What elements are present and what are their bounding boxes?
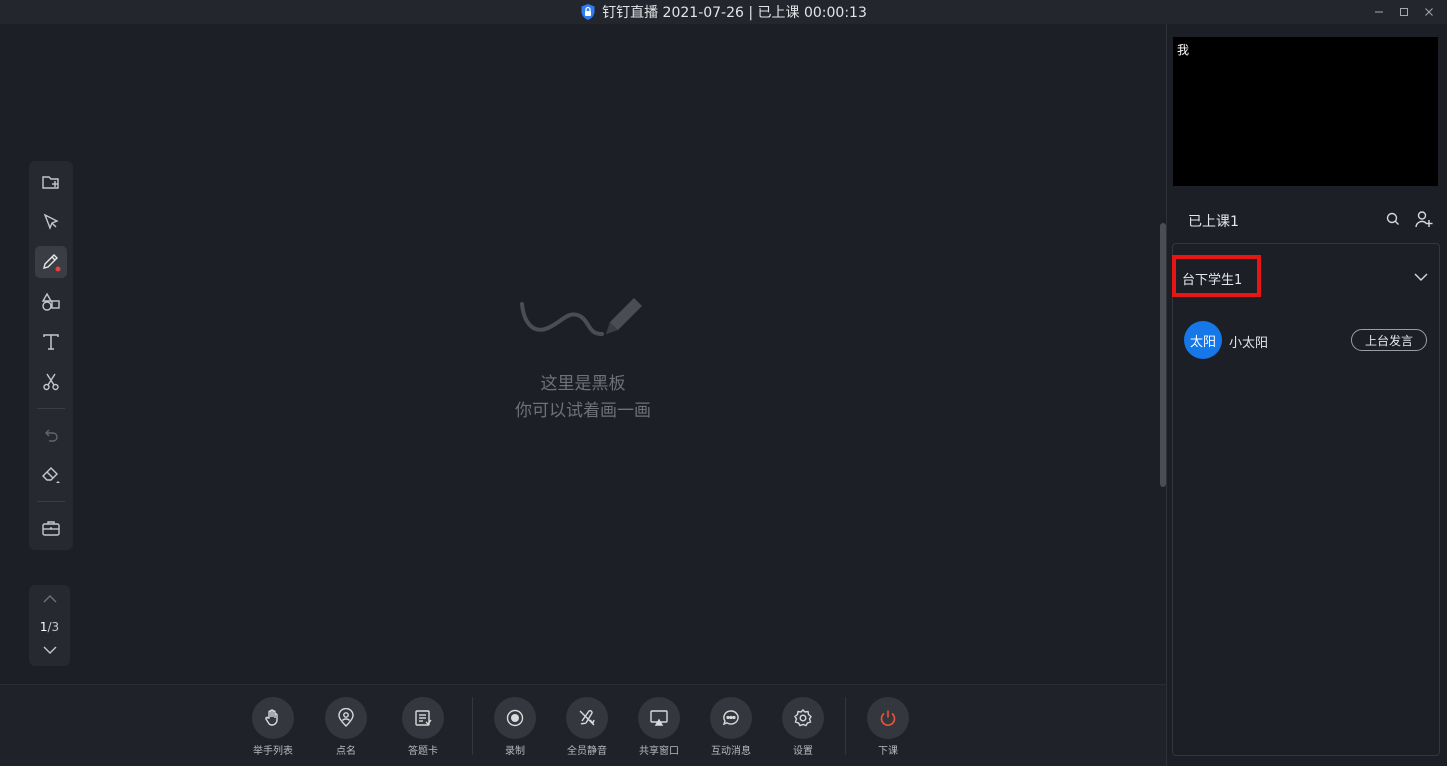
end-class-label: 下课 xyxy=(878,746,898,757)
group-title[interactable]: 台下学生1 xyxy=(1182,269,1242,288)
search-icon[interactable] xyxy=(1384,210,1402,228)
bottom-bar-divider xyxy=(845,697,846,755)
shield-lock-icon xyxy=(580,3,596,21)
raise-hand-list-button[interactable]: 举手列表 xyxy=(243,697,303,757)
shapes-icon[interactable] xyxy=(35,286,67,318)
new-page-icon[interactable] xyxy=(35,166,67,198)
roll-call-button[interactable]: 点名 xyxy=(316,697,376,757)
interactive-messages-label: 互动消息 xyxy=(711,746,751,757)
drawing-toolbar xyxy=(29,161,73,550)
toolbox-icon[interactable] xyxy=(35,512,67,544)
page-up-icon[interactable] xyxy=(41,593,59,605)
share-window-label: 共享窗口 xyxy=(639,746,679,757)
maximize-icon[interactable] xyxy=(1391,0,1417,24)
placeholder-text-line2: 你可以试着画一画 xyxy=(515,401,651,421)
share-window-icon xyxy=(638,697,680,739)
power-icon xyxy=(867,697,909,739)
invite-to-stage-button[interactable]: 上台发言 xyxy=(1351,329,1427,351)
toolbar-divider xyxy=(37,501,65,502)
title-area: 钉钉直播 2021-07-26 | 已上课 00:00:13 xyxy=(0,0,1447,24)
settings-label: 设置 xyxy=(793,746,813,757)
video-label: 我 xyxy=(1177,43,1190,57)
chevron-down-icon[interactable] xyxy=(1413,270,1429,284)
record-icon xyxy=(494,697,536,739)
student-row[interactable]: 太阳 小太阳 上台发言 xyxy=(1184,321,1430,359)
page-navigator: 1/3 xyxy=(29,585,70,666)
bottom-control-bar: 举手列表 点名 答题卡 录制 全员静音 共享窗口 互动消息 设置 下课 xyxy=(0,684,1166,766)
minimize-icon[interactable] xyxy=(1366,0,1392,24)
eraser-icon[interactable] xyxy=(35,459,67,491)
window-title: 钉钉直播 2021-07-26 | 已上课 00:00:13 xyxy=(602,5,867,21)
answer-card-button[interactable]: 答题卡 xyxy=(393,697,453,757)
record-button[interactable]: 录制 xyxy=(485,697,545,757)
teacher-video-preview[interactable]: 我 xyxy=(1173,37,1438,186)
mute-all-label: 全员静音 xyxy=(567,746,607,757)
student-name: 小太阳 xyxy=(1229,336,1269,351)
scissors-icon[interactable] xyxy=(35,366,67,398)
interactive-messages-button[interactable]: 互动消息 xyxy=(701,697,761,757)
pen-icon[interactable] xyxy=(35,246,67,278)
roll-call-icon xyxy=(325,697,367,739)
select-cursor-icon[interactable] xyxy=(35,206,67,238)
record-label: 录制 xyxy=(505,746,525,757)
raise-hand-icon xyxy=(252,697,294,739)
undo-icon[interactable] xyxy=(35,419,67,451)
class-title: 已上课1 xyxy=(1188,214,1239,230)
mute-all-icon xyxy=(566,697,608,739)
app-window: 钉钉直播 2021-07-26 | 已上课 00:00:13 这里是黑板 你可以… xyxy=(0,0,1447,766)
roll-call-label: 点名 xyxy=(336,746,356,757)
end-class-button[interactable]: 下课 xyxy=(858,697,918,757)
chat-icon xyxy=(710,697,752,739)
answer-card-icon xyxy=(402,697,444,739)
raise-hand-label: 举手列表 xyxy=(253,746,293,757)
close-icon[interactable] xyxy=(1416,0,1442,24)
settings-button[interactable]: 设置 xyxy=(773,697,833,757)
text-icon[interactable] xyxy=(35,326,67,358)
student-list-panel: 台下学生1 太阳 小太阳 上台发言 xyxy=(1172,243,1440,756)
panel-divider xyxy=(1166,24,1167,766)
placeholder-text-line1: 这里是黑板 xyxy=(540,374,626,394)
share-window-button[interactable]: 共享窗口 xyxy=(629,697,689,757)
mute-all-button[interactable]: 全员静音 xyxy=(557,697,617,757)
settings-icon xyxy=(782,697,824,739)
draw-placeholder-icon xyxy=(518,294,648,340)
toolbar-divider xyxy=(37,408,65,409)
avatar: 太阳 xyxy=(1184,321,1222,359)
page-indicator: 1/3 xyxy=(39,620,60,634)
title-bar: 钉钉直播 2021-07-26 | 已上课 00:00:13 xyxy=(0,0,1447,24)
answer-card-label: 答题卡 xyxy=(408,746,438,757)
bottom-bar-divider xyxy=(472,697,473,755)
page-down-icon[interactable] xyxy=(41,644,59,656)
blackboard-canvas[interactable] xyxy=(0,24,1166,684)
add-user-icon[interactable] xyxy=(1414,209,1434,229)
